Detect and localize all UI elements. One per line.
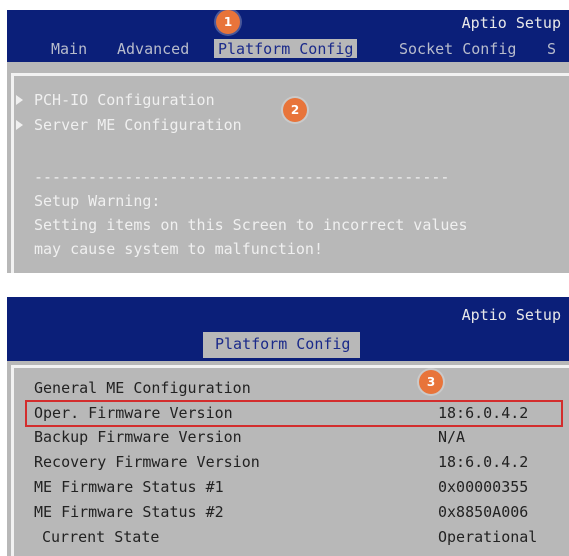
row-label-current-state: Current State	[42, 528, 160, 546]
warning-line-1: Setting items on this Screen to incorrec…	[34, 216, 468, 234]
menu-item-pch-io[interactable]: PCH-IO Configuration	[34, 91, 215, 109]
row-value-me-status-1: 0x00000355	[438, 478, 529, 496]
content-area: General ME Configuration 3 Oper. Firmwar…	[7, 297, 569, 556]
row-label-backup-fw: Backup Firmware Version	[34, 428, 242, 446]
row-value-me-status-2: 0x8850A006	[438, 503, 529, 521]
warning-line-2: may cause system to malfunction!	[34, 240, 323, 258]
row-value-oper-fw: 18:6.0.4.2	[438, 404, 529, 422]
row-label-me-status-2: ME Firmware Status #2	[34, 503, 224, 521]
bios-panel-me-info: Aptio Setup Platform Config General ME C…	[7, 297, 569, 556]
warning-title: Setup Warning:	[34, 192, 161, 210]
menu-item-server-me[interactable]: Server ME Configuration	[34, 116, 242, 134]
content-area: PCH-IO Configuration Server ME Configura…	[7, 10, 569, 273]
submenu-arrow-icon	[16, 120, 23, 130]
bios-panel-platform-menu: Aptio Setup Main Advanced Platform Confi…	[7, 10, 569, 273]
section-title: General ME Configuration	[34, 379, 251, 397]
row-value-current-state: Operational	[438, 528, 538, 546]
step-badge-3: 3	[419, 370, 443, 394]
step-badge-2: 2	[283, 98, 307, 122]
submenu-arrow-icon	[16, 95, 23, 105]
row-value-backup-fw: N/A	[438, 428, 466, 446]
row-label-me-status-1: ME Firmware Status #1	[34, 478, 224, 496]
row-label-oper-fw: Oper. Firmware Version	[34, 404, 233, 422]
row-label-recovery-fw: Recovery Firmware Version	[34, 453, 260, 471]
row-value-recovery-fw: 18:6.0.4.2	[438, 453, 529, 471]
divider-line: ----------------------------------------…	[34, 168, 450, 186]
